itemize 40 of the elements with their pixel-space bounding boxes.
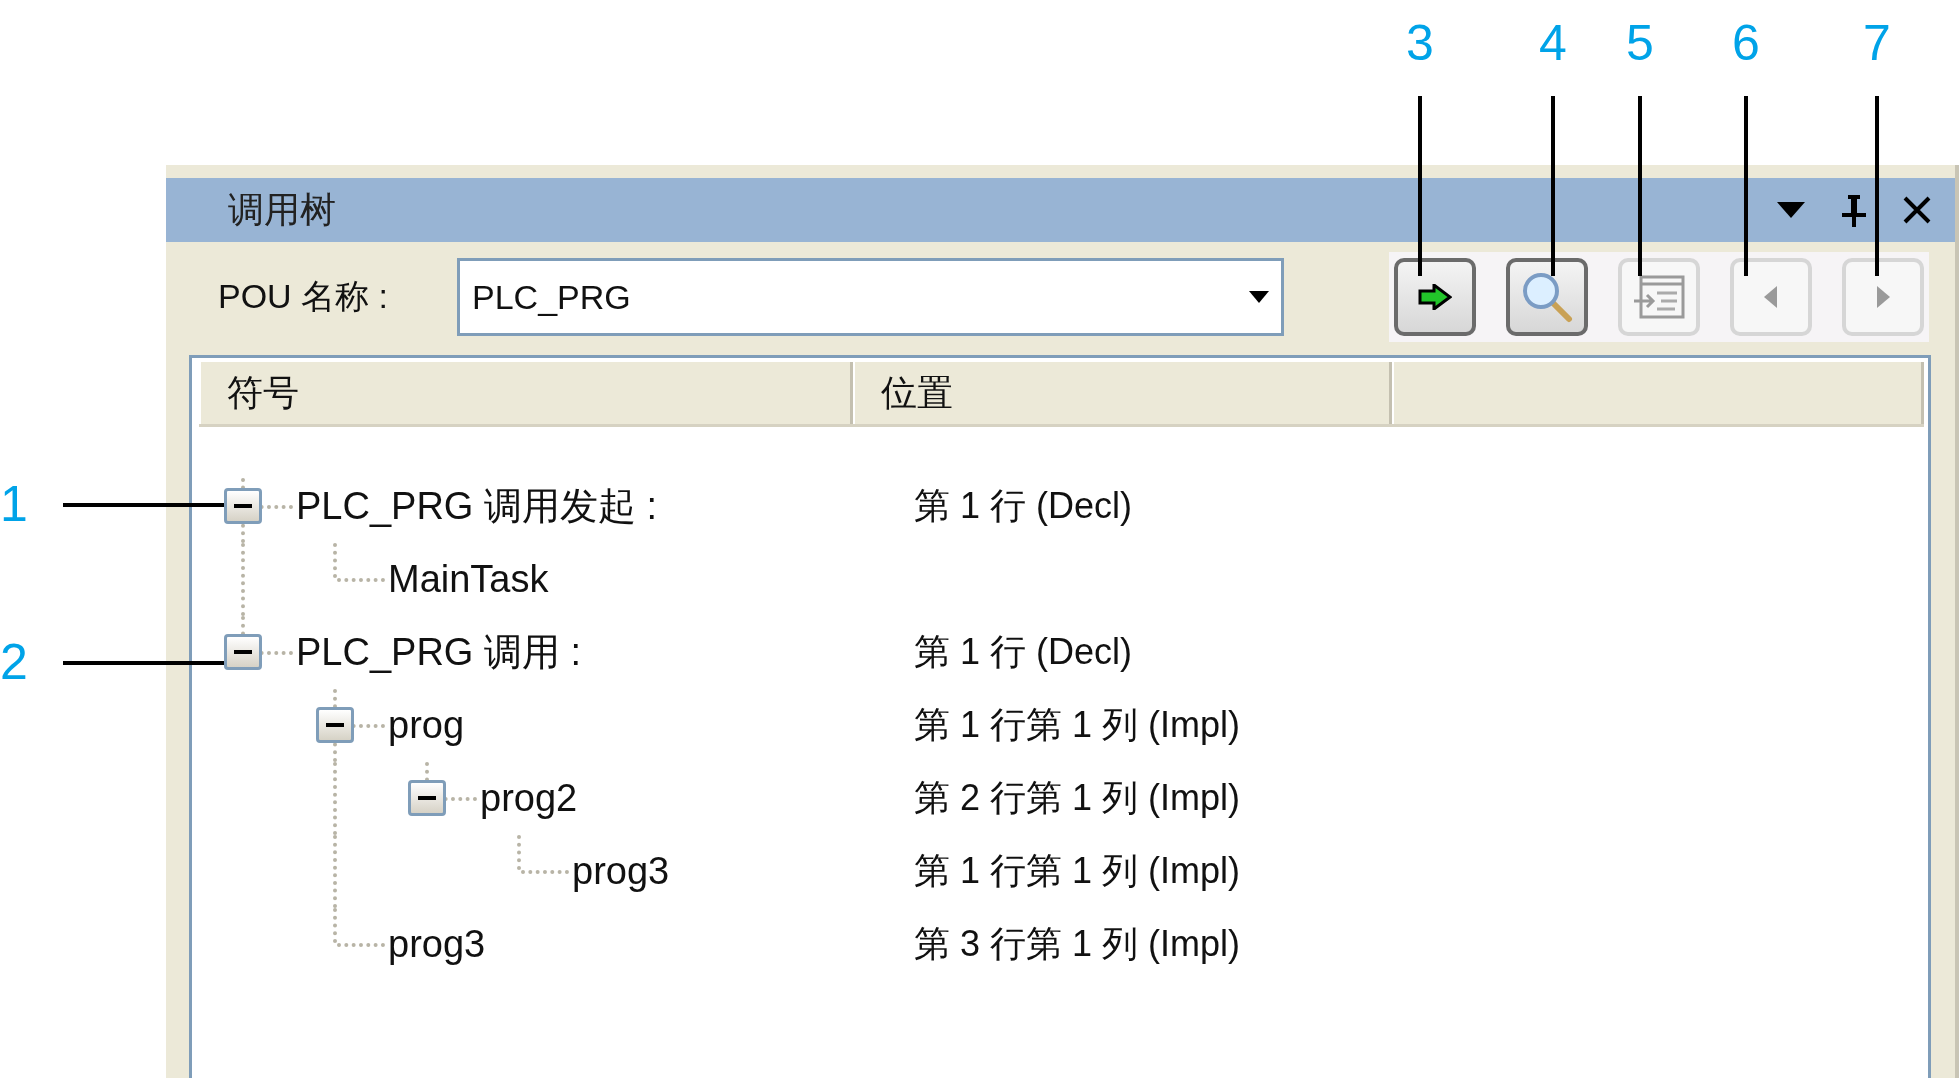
dropdown-icon xyxy=(1249,291,1269,303)
callout-number: 2 xyxy=(0,637,28,687)
collapse-toggle[interactable] xyxy=(408,780,446,816)
right-triangle-icon xyxy=(1876,286,1890,308)
search-icon xyxy=(1521,271,1573,323)
collapse-toggle[interactable] xyxy=(224,488,262,524)
pin-icon[interactable] xyxy=(1841,193,1867,227)
collapse-toggle[interactable] xyxy=(316,707,354,743)
position-text: 第 3 行第 1 列 (Impl) xyxy=(914,922,1241,966)
dropdown-icon[interactable] xyxy=(1777,202,1805,218)
callout-number: 5 xyxy=(1626,18,1654,68)
column-header[interactable]: 符号 xyxy=(199,362,853,424)
position-text: 第 1 行 (Decl) xyxy=(914,484,1133,528)
callout-number: 6 xyxy=(1732,18,1760,68)
column-header[interactable]: 位置 xyxy=(853,362,1392,424)
arrow-icon xyxy=(1418,284,1452,310)
go-to-button[interactable] xyxy=(1394,258,1476,336)
left-triangle-icon xyxy=(1764,286,1778,308)
position-text: 第 1 行第 1 列 (Impl) xyxy=(914,703,1241,747)
symbol-text[interactable]: PLC_PRG 调用 : xyxy=(296,627,582,678)
callout-number: 3 xyxy=(1406,18,1434,68)
callout-number: 7 xyxy=(1863,18,1891,68)
position-text: 第 1 行第 1 列 (Impl) xyxy=(914,849,1241,893)
pou-name-combo[interactable]: PLC_PRG xyxy=(457,258,1284,336)
search-button[interactable] xyxy=(1506,258,1588,336)
symbol-text[interactable]: prog xyxy=(388,704,465,747)
panel-title: 调用树 xyxy=(228,187,337,232)
symbol-text[interactable]: prog3 xyxy=(388,923,486,966)
symbol-text[interactable]: PLC_PRG 调用发起 : xyxy=(296,481,658,532)
symbol-text[interactable]: MainTask xyxy=(388,558,549,601)
symbol-text[interactable]: prog3 xyxy=(572,850,670,893)
collapse-toggle[interactable] xyxy=(224,634,262,670)
position-text: 第 2 行第 1 列 (Impl) xyxy=(914,776,1241,820)
callout-number: 1 xyxy=(0,479,28,529)
close-icon[interactable] xyxy=(1903,196,1931,224)
pou-name-label: POU 名称 : xyxy=(218,276,390,317)
insert-icon xyxy=(1633,275,1685,319)
callout-number: 4 xyxy=(1539,18,1567,68)
symbol-text[interactable]: prog2 xyxy=(480,777,578,820)
position-text: 第 1 行 (Decl) xyxy=(914,630,1133,674)
